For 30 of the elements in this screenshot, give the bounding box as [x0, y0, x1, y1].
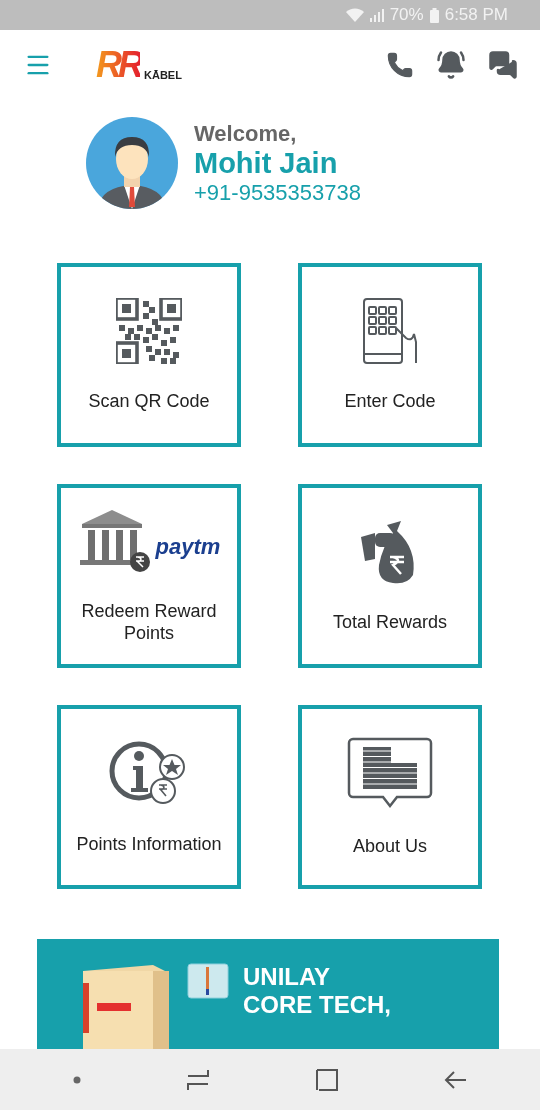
wifi-icon — [345, 8, 364, 23]
chat-icon[interactable] — [488, 49, 518, 80]
dot-icon — [72, 1075, 81, 1084]
tile-label: Enter Code — [344, 390, 436, 413]
logo-wordmark: KĀBEL — [144, 68, 182, 81]
signal-icon — [369, 8, 384, 23]
welcome-text: Welcome, — [194, 120, 297, 147]
home-icon[interactable] — [314, 1067, 339, 1092]
phone-icon[interactable] — [386, 50, 414, 79]
qr-code-icon — [116, 298, 182, 365]
tile-label: Redeem Reward Points — [80, 600, 218, 645]
menu-tile[interactable]: Total Rewards — [298, 484, 482, 669]
paytm-logo: paytm — [155, 534, 221, 561]
tile-label: Scan QR Code — [88, 390, 210, 413]
tile-label: About Us — [352, 835, 427, 858]
battery-icon — [429, 7, 439, 23]
menu-tile[interactable]: paytm Redeem Reward Points — [57, 484, 241, 669]
bell-icon[interactable] — [436, 49, 466, 80]
recent-apps-icon[interactable] — [185, 1067, 210, 1092]
banner-headline: CORE TECH, — [243, 991, 391, 1020]
tile-label: Total Rewards — [332, 611, 447, 634]
menu-tile[interactable]: About Us — [298, 705, 482, 890]
menu-tile[interactable]: Enter Code — [298, 263, 482, 448]
menu-tile[interactable]: Scan QR Code — [57, 263, 241, 448]
phone-keypad-icon — [362, 298, 418, 365]
banner-headline: UNILAY — [243, 963, 332, 992]
phone-number: +91-9535353738 — [194, 179, 361, 206]
menu-tile[interactable]: Points Information — [57, 705, 241, 890]
user-name: Mohit Jain — [194, 146, 338, 180]
tile-label: Points Information — [76, 833, 222, 856]
